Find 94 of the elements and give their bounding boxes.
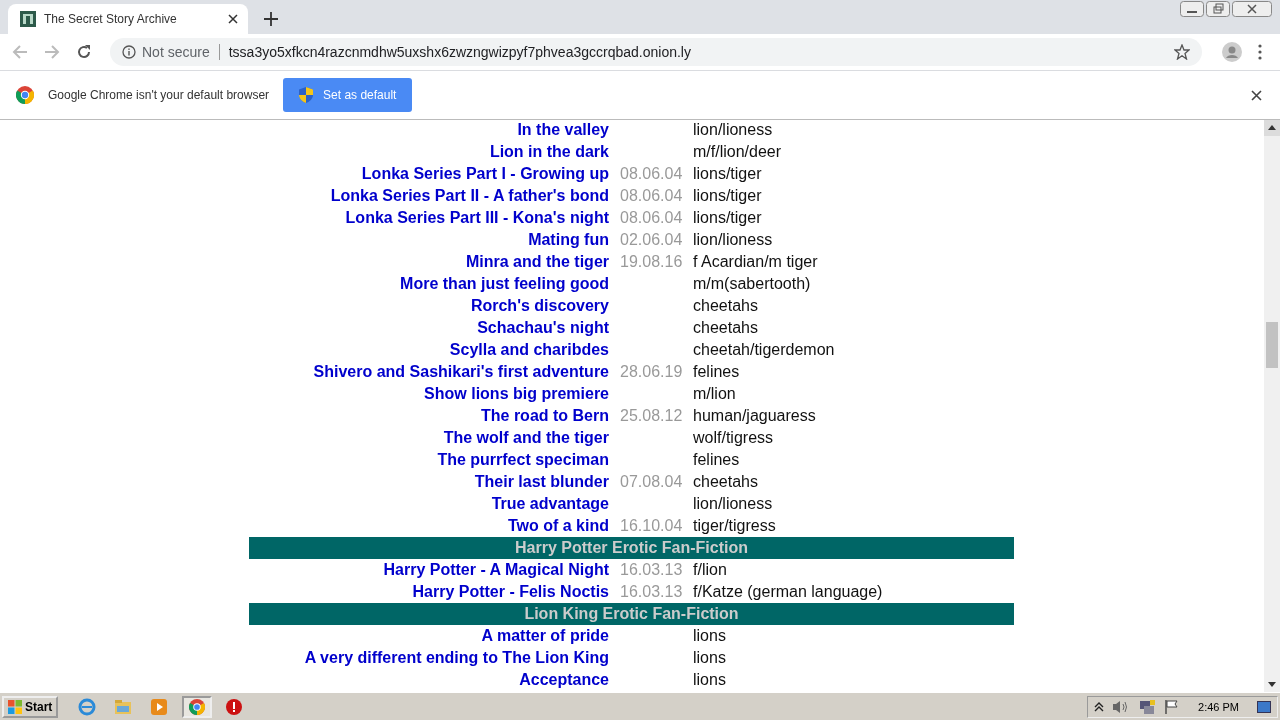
- story-date: 08.06.04: [620, 209, 683, 226]
- browser-tab[interactable]: The Secret Story Archive: [8, 4, 248, 34]
- story-date: 08.06.04: [620, 187, 683, 204]
- tab-title: The Secret Story Archive: [44, 12, 178, 26]
- windows-logo-icon: [8, 699, 22, 714]
- default-browser-message: Google Chrome isn't your default browser: [48, 88, 270, 102]
- story-date: 07.08.04: [620, 473, 683, 490]
- story-tags: lions: [693, 627, 726, 644]
- section-heading: Lion King Erotic Fan-Fiction: [249, 603, 1014, 625]
- story-tags: lions/tiger: [693, 165, 762, 182]
- story-title-link[interactable]: Mating fun: [528, 231, 609, 248]
- story-tags: m/f/lion/deer: [693, 143, 782, 160]
- info-icon: [122, 45, 136, 59]
- address-bar[interactable]: Not secure tssa3yo5xfkcn4razcnmdhw5uxshx6zwzngwizpyf7phvea3gccrqbad.onion.ly: [110, 38, 1202, 66]
- url-text: tssa3yo5xfkcn4razcnmdhw5uxshx6zwzngwizpyf7phvea3gccrqbad.onion.ly: [228, 44, 691, 60]
- start-button[interactable]: Start: [2, 695, 59, 718]
- story-title-link[interactable]: Minra and the tiger: [465, 253, 609, 270]
- story-title-link[interactable]: Lonka Series Part II - A father's bond: [330, 187, 609, 204]
- story-title-link[interactable]: A very different ending to The Lion King: [304, 649, 609, 666]
- story-tags: m/m(sabertooth): [693, 275, 811, 292]
- story-title-link[interactable]: Harry Potter - A Magical Night: [383, 561, 609, 578]
- reload-icon[interactable]: [76, 44, 92, 60]
- story-title-link[interactable]: Lion in the dark: [489, 143, 609, 160]
- story-date: 16.10.04: [620, 517, 683, 534]
- menu-icon[interactable]: [1258, 44, 1262, 60]
- story-title-link[interactable]: Harry Potter - Felis Noctis: [412, 583, 609, 600]
- security-label: Not secure: [142, 44, 210, 60]
- story-title-link[interactable]: Schachau's night: [477, 319, 609, 336]
- story-date: 16.03.13: [620, 583, 683, 600]
- media-player-icon[interactable]: [150, 697, 169, 716]
- story-title-link[interactable]: Rorch's discovery: [470, 297, 609, 314]
- story-title-link[interactable]: Shivero and Sashikari's first adventure: [313, 363, 609, 380]
- story-tags: felines: [693, 363, 740, 380]
- story-title-link[interactable]: The road to Bern: [481, 407, 609, 424]
- flag-icon[interactable]: [1164, 698, 1181, 715]
- story-title-link[interactable]: The wolf and the tiger: [443, 429, 609, 446]
- story-title-link[interactable]: Two of a kind: [507, 517, 609, 534]
- story-tags: lion/lioness: [693, 231, 773, 248]
- story-tags: lions: [693, 671, 726, 688]
- story-date: 28.06.19: [620, 363, 683, 380]
- story-tags: lions: [693, 649, 726, 666]
- story-title-link[interactable]: Show lions big premiere: [424, 385, 609, 402]
- close-tab-icon[interactable]: [228, 14, 238, 24]
- story-title-link[interactable]: A matter of pride: [481, 627, 609, 644]
- story-title-link[interactable]: Lonka Series Part I - Growing up: [361, 165, 609, 182]
- story-tags: tiger/tigress: [693, 517, 776, 534]
- story-title-link[interactable]: The purrfect speciman: [437, 451, 609, 468]
- story-title-link[interactable]: In the valley: [517, 121, 609, 138]
- story-tags: wolf/tigress: [693, 429, 774, 446]
- story-tags: lions/tiger: [693, 187, 762, 204]
- story-title-link[interactable]: Their last blunder: [474, 473, 609, 490]
- taskbar-chrome-button[interactable]: [182, 695, 213, 718]
- network-icon[interactable]: [1138, 698, 1157, 715]
- restore-icon[interactable]: [1206, 1, 1230, 17]
- story-date: 25.08.12: [620, 407, 683, 424]
- story-tags: cheetah/tigerdemon: [693, 341, 835, 358]
- story-date: 19.08.16: [620, 253, 683, 270]
- story-date: 08.06.04: [620, 165, 683, 182]
- scrollbar-thumb[interactable]: [1266, 322, 1278, 368]
- chevron-up-icon[interactable]: [1094, 700, 1105, 713]
- section-heading: Harry Potter Erotic Fan-Fiction: [249, 537, 1014, 559]
- story-tags: cheetahs: [693, 297, 758, 314]
- story-title-link[interactable]: True advantage: [491, 495, 609, 512]
- new-tab-icon[interactable]: [264, 12, 278, 26]
- show-desktop-icon[interactable]: [1257, 699, 1271, 714]
- story-tags: felines: [693, 451, 740, 468]
- story-date: 02.06.04: [620, 231, 683, 248]
- story-tags: f/lion: [693, 561, 727, 578]
- profile-icon[interactable]: [1222, 42, 1242, 62]
- story-date: 16.03.13: [620, 561, 683, 578]
- story-tags: lion/lioness: [693, 495, 773, 512]
- story-tags: m/lion: [693, 385, 736, 402]
- site-icon: [20, 11, 36, 27]
- chrome-logo-icon: [189, 698, 206, 715]
- chrome-logo-icon: [16, 86, 34, 104]
- story-tags: lion/lioness: [693, 121, 773, 138]
- scroll-up-icon[interactable]: [1264, 120, 1280, 136]
- story-tags: f Acardian/m tiger: [693, 253, 818, 270]
- shield-icon: [299, 87, 314, 103]
- story-tags: f/Katze (german language): [693, 583, 883, 600]
- story-tags: lions/tiger: [693, 209, 762, 226]
- story-title-link[interactable]: More than just feeling good: [400, 275, 609, 292]
- stop-sign-icon[interactable]: [226, 698, 243, 715]
- close-icon[interactable]: [1251, 89, 1262, 101]
- story-title-link[interactable]: Lonka Series Part III - Kona's night: [345, 209, 609, 226]
- star-icon[interactable]: [1174, 44, 1190, 60]
- story-title-link[interactable]: Scylla and charibdes: [449, 341, 609, 358]
- story-tags: cheetahs: [693, 473, 758, 490]
- minimize-icon[interactable]: [1180, 1, 1204, 17]
- story-tags: human/jaguaress: [693, 407, 816, 424]
- story-title-link[interactable]: Acceptance: [519, 671, 609, 688]
- close-icon[interactable]: [1232, 1, 1272, 17]
- story-tags: cheetahs: [693, 319, 758, 336]
- clock: 2:46 PM: [1198, 700, 1239, 713]
